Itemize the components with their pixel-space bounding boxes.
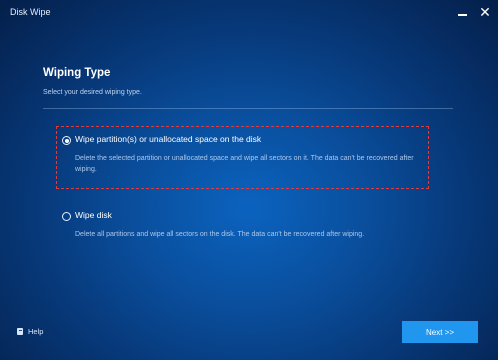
option-description: Delete all partitions and wipe all secto…: [75, 231, 365, 238]
minimize-icon: [458, 14, 467, 16]
close-button[interactable]: ✕: [476, 3, 494, 21]
window-title: Disk Wipe: [10, 7, 51, 17]
minimize-button[interactable]: [454, 3, 472, 21]
disk-wipe-window: Disk Wipe ✕ Wiping Type Select your desi…: [0, 0, 498, 360]
help-book-icon: [17, 328, 23, 335]
page-subtitle: Select your desired wiping type.: [43, 89, 142, 96]
option-description: Delete the selected partition or unalloc…: [75, 155, 414, 173]
radio-selected-dot: [64, 138, 69, 143]
option-label: Wipe partition(s) or unallocated space o…: [75, 134, 262, 144]
next-button[interactable]: Next >>: [402, 321, 478, 343]
close-icon: ✕: [479, 4, 491, 20]
help-label: Help: [28, 327, 44, 336]
radio-wipe-partition[interactable]: [62, 136, 71, 145]
divider: [43, 108, 453, 109]
option-label: Wipe disk: [75, 210, 112, 220]
titlebar: Disk Wipe ✕: [0, 0, 498, 26]
help-link[interactable]: Help: [17, 327, 43, 336]
radio-wipe-disk[interactable]: [62, 212, 71, 221]
page-title: Wiping Type: [43, 67, 111, 79]
